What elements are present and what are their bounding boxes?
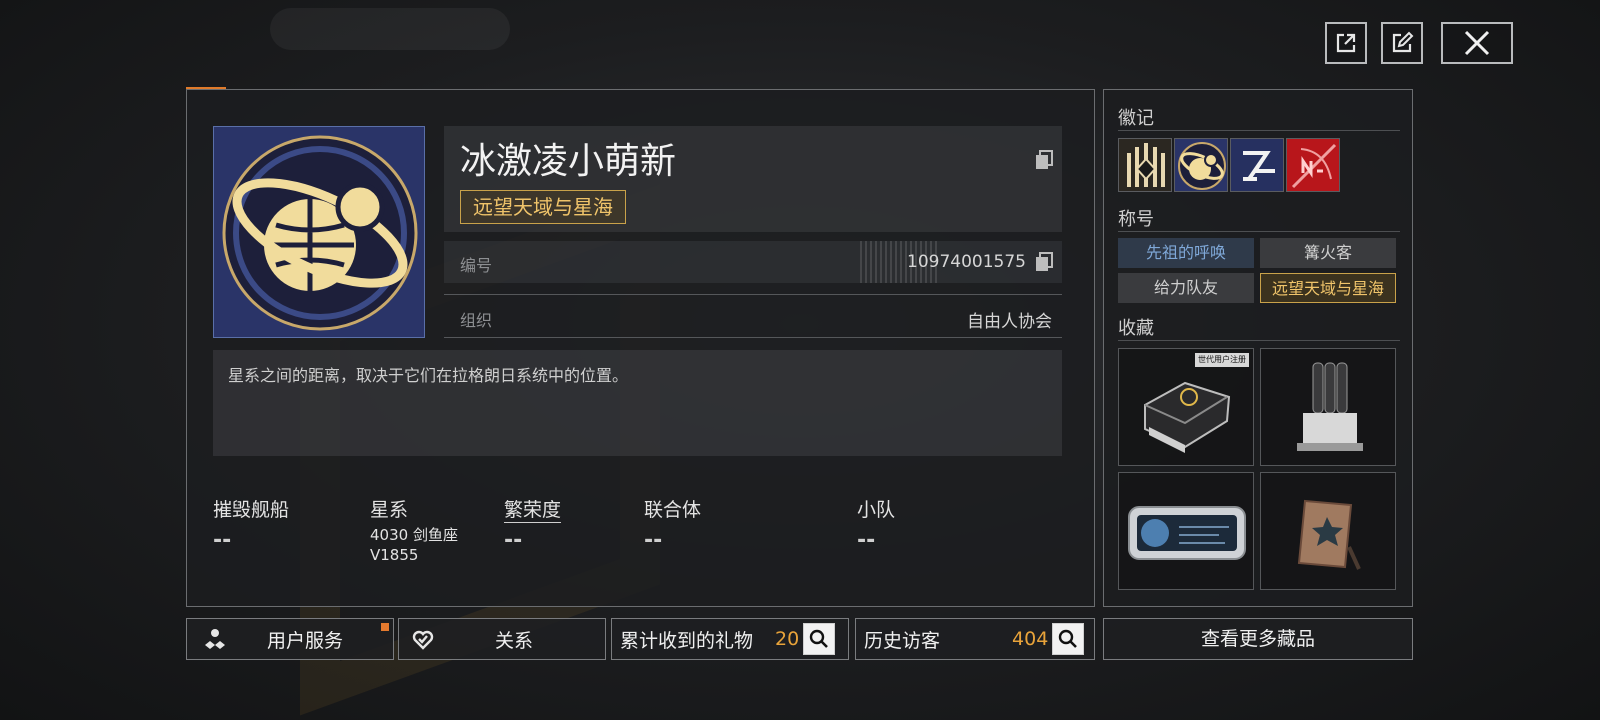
gifts-label: 累计收到的礼物 [620,629,754,652]
user-service-label: 用户服务 [267,629,344,652]
collection-machine-icon [1297,362,1363,451]
id-value: 10974001575 [907,252,1026,272]
stat-value-alliance: -- [644,528,663,553]
player-name: 冰激凌小萌新 [460,141,677,182]
collection-title: 收藏 [1118,318,1154,339]
emblem-nerv-icon [1291,143,1337,189]
collection-display-icon [1128,506,1246,560]
copy-icon[interactable] [1035,252,1053,272]
notification-dot [381,623,389,631]
title-chip[interactable]: 篝火客 [1260,238,1396,268]
active-title-badge: 远望天域与星海 [460,190,626,224]
galaxy-line-2: V1855 [370,546,419,564]
titles-title: 称号 [1118,209,1154,230]
avatar[interactable] [213,126,425,338]
stat-value-galaxy: 4030 剑鱼座 V1855 [370,525,458,565]
collection-item-1[interactable]: 世代用户注册 [1118,348,1254,466]
edit-icon [1392,31,1414,53]
emblem-1[interactable] [1118,138,1172,192]
collection-item-badge: 世代用户注册 [1195,353,1249,367]
profile-description: 星系之间的距离，取决于它们在拉格朗日系统中的位置。 [228,366,629,385]
emblem-2[interactable] [1174,138,1228,192]
galaxy-line-1: 4030 剑鱼座 [370,526,458,544]
org-value[interactable]: 自由人协会 [900,307,1052,332]
close-button[interactable] [1441,22,1513,64]
divider [444,337,1062,338]
title-chip[interactable]: 给力队友 [1118,273,1254,303]
user-service-button[interactable]: 用户服务 [186,618,394,660]
stat-value-prosperity: -- [504,528,523,553]
emblem-planet-icon [1178,142,1226,190]
emblem-4[interactable] [1286,138,1340,192]
title-chip[interactable]: 先祖的呼唤 [1118,238,1254,268]
collection-item-2[interactable] [1260,348,1396,466]
org-label: 组织 [460,311,493,330]
divider [1118,231,1400,232]
title-chip-selected[interactable]: 远望天域与星海 [1260,273,1396,303]
avatar-emblem-icon [214,127,424,337]
stat-label-squad: 小队 [857,499,896,521]
emblems-title: 徽记 [1118,108,1154,129]
relations-button[interactable]: 关系 [398,618,606,660]
view-more-collections-button[interactable]: 查看更多藏品 [1103,618,1413,660]
service-icon [205,629,225,649]
emblem-network-icon [1243,151,1275,181]
collection-plaque-icon [1297,499,1361,570]
collection-item-3[interactable] [1118,472,1254,590]
stat-label-galaxy: 星系 [370,499,409,521]
search-icon [1059,629,1078,648]
gifts-received: 累计收到的礼物 20 [611,618,849,660]
divider [444,294,1062,295]
close-icon [1464,30,1490,56]
search-icon [810,629,829,648]
gifts-search-button[interactable] [803,623,836,655]
relations-label: 关系 [495,629,534,652]
divider [1118,130,1400,131]
edit-button[interactable] [1381,22,1423,64]
collection-item-4[interactable] [1260,472,1396,590]
copy-icon[interactable] [1035,150,1053,170]
id-label: 编号 [460,256,493,275]
visitors-count: 404 [1012,628,1049,650]
visitors-search-button[interactable] [1052,623,1085,655]
stat-label-prosperity[interactable]: 繁荣度 [504,495,562,523]
stat-value-squad: -- [857,528,876,553]
stat-label-ships-destroyed: 摧毁舰船 [213,499,290,521]
history-visitors: 历史访客 404 [855,618,1095,660]
gifts-count: 20 [775,628,800,650]
background-shape [270,8,510,50]
visitors-label: 历史访客 [864,629,941,652]
stat-label-alliance: 联合体 [644,499,702,521]
relation-icon [412,630,434,650]
divider [1118,340,1400,341]
share-button[interactable] [1325,22,1367,64]
stat-value-ships-destroyed: -- [213,528,232,553]
emblem-3[interactable] [1230,138,1284,192]
emblem-claw-icon [1127,143,1165,187]
share-icon [1336,33,1356,53]
